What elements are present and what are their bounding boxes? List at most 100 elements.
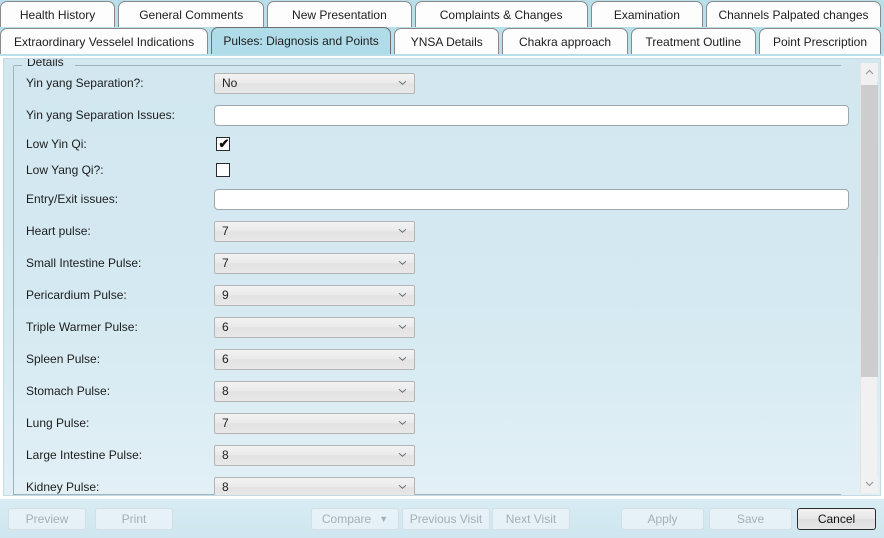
tab-examination[interactable]: Examination (590, 1, 703, 27)
select-value: 8 (222, 384, 229, 398)
tab-row-secondary: Extraordinary Vesselel Indications Pulses… (0, 27, 884, 54)
select-spleen-pulse[interactable]: 6 (214, 348, 415, 370)
tab-extraordinary-vesselel-indications[interactable]: Extraordinary Vesselel Indications (0, 28, 209, 54)
tab-pulses-diagnosis-and-points[interactable]: Pulses: Diagnosis and Points (211, 27, 392, 54)
select-lung-pulse[interactable]: 7 (214, 412, 415, 434)
tab-point-prescription[interactable]: Point Prescription (758, 28, 881, 54)
chevron-down-icon (398, 452, 407, 457)
form-row-yin-yang-separation-issues: Yin yang Separation Issues: (4, 99, 849, 131)
print-button[interactable]: Print (95, 508, 173, 530)
input-entry-exit-issues[interactable] (214, 188, 849, 210)
cancel-button[interactable]: Cancel (797, 508, 876, 530)
chevron-down-icon (398, 292, 407, 297)
tab-label: Treatment Outline (645, 34, 742, 49)
field-label: Entry/Exit issues: (26, 192, 119, 206)
field-label: Pericardium Pulse: (26, 288, 127, 302)
chevron-down-icon (398, 420, 407, 425)
tab-general-comments[interactable]: General Comments (118, 1, 265, 27)
scroll-down-icon[interactable] (861, 475, 878, 493)
tab-channels-palpated-changes[interactable]: Channels Palpated changes (706, 1, 881, 27)
select-value: 6 (222, 352, 229, 366)
select-value: 7 (222, 416, 229, 430)
chevron-down-icon (398, 80, 407, 85)
groupbox-line-left (14, 65, 22, 66)
tab-label: New Presentation (292, 7, 387, 22)
button-label: Print (121, 512, 147, 526)
select-kidney-pulse[interactable]: 8 (214, 476, 415, 495)
field-label: Spleen Pulse: (26, 352, 101, 366)
scroll-up-icon[interactable] (861, 63, 878, 81)
checkbox-low-yang-qi[interactable] (216, 163, 230, 177)
field-label: Stomach Pulse: (26, 384, 111, 398)
chevron-down-icon (398, 356, 407, 361)
next-visit-button[interactable]: Next Visit (492, 508, 570, 530)
tab-health-history[interactable]: Health History (0, 1, 116, 27)
chevron-down-icon (398, 324, 407, 329)
preview-button[interactable]: Preview (8, 508, 86, 530)
button-label: Apply (647, 512, 678, 526)
button-label: Compare (321, 512, 372, 526)
checkbox-low-yin-qi[interactable]: ✔ (216, 137, 230, 151)
field-label: Yin yang Separation Issues: (26, 108, 175, 122)
tab-label: Examination (613, 7, 680, 22)
button-label: Preview (25, 512, 69, 526)
chevron-down-icon (398, 484, 407, 489)
field-label: Triple Warmer Pulse: (26, 320, 138, 334)
tab-complaints-changes[interactable]: Complaints & Changes (414, 1, 588, 27)
tab-treatment-outline[interactable]: Treatment Outline (630, 28, 756, 54)
save-button[interactable]: Save (709, 508, 792, 530)
tab-chakra-approach[interactable]: Chakra approach (502, 28, 628, 54)
chevron-down-icon (398, 228, 407, 233)
compare-button[interactable]: Compare ▼ (311, 508, 399, 530)
select-heart-pulse[interactable]: 7 (214, 220, 415, 242)
vertical-scrollbar[interactable] (860, 63, 878, 493)
button-label: Next Visit (505, 512, 557, 526)
field-label: Small Intestine Pulse: (26, 256, 142, 270)
field-label: Large Intestine Pulse: (26, 448, 143, 462)
select-value: 8 (222, 480, 229, 494)
scrollbar-thumb[interactable] (861, 85, 878, 377)
form-row-stomach-pulse: Stomach Pulse: 8 (4, 375, 849, 407)
tab-row-primary: Health History General Comments New Presen… (0, 0, 884, 27)
apply-button[interactable]: Apply (621, 508, 704, 530)
details-form: Yin yang Separation?: No Yin yang Separati… (4, 67, 849, 495)
form-row-low-yang-qi: Low Yang Qi?: (4, 157, 849, 183)
select-small-intestine-pulse[interactable]: 7 (214, 252, 415, 274)
form-row-spleen-pulse: Spleen Pulse: 6 (4, 343, 849, 375)
field-label: Kidney Pulse: (26, 480, 100, 494)
field-label: Yin yang Separation?: (26, 76, 144, 90)
form-row-small-intestine-pulse: Small Intestine Pulse: 7 (4, 247, 849, 279)
select-large-intestine-pulse[interactable]: 8 (214, 444, 415, 466)
select-value: 7 (222, 224, 229, 238)
select-value: 9 (222, 288, 229, 302)
input-yin-yang-separation-issues[interactable] (214, 104, 849, 126)
tab-label: Complaints & Changes (439, 7, 563, 22)
chevron-down-icon (398, 388, 407, 393)
tab-label: Channels Palpated changes (718, 7, 869, 22)
tab-label: Chakra approach (519, 34, 612, 49)
action-bar: Preview Print Compare ▼ Previous Visit Next V… (0, 499, 884, 538)
tab-new-presentation[interactable]: New Presentation (267, 1, 412, 27)
form-row-triple-warmer-pulse: Triple Warmer Pulse: 6 (4, 311, 849, 343)
tab-label: Extraordinary Vesselel Indications (14, 34, 195, 49)
checkmark-icon: ✔ (218, 136, 230, 151)
select-stomach-pulse[interactable]: 8 (214, 380, 415, 402)
select-value: 7 (222, 256, 229, 270)
field-label: Lung Pulse: (26, 416, 90, 430)
select-yin-yang-separation[interactable]: No (214, 72, 415, 94)
tab-ynsa-details[interactable]: YNSA Details (394, 28, 500, 54)
content-area: Details Yin yang Separation?: No Yin yang … (0, 56, 884, 499)
select-value: No (222, 76, 238, 90)
form-row-large-intestine-pulse: Large Intestine Pulse: 8 (4, 439, 849, 471)
previous-visit-button[interactable]: Previous Visit (402, 508, 490, 530)
form-row-entry-exit-issues: Entry/Exit issues: (4, 183, 849, 215)
select-value: 6 (222, 320, 229, 334)
select-pericardium-pulse[interactable]: 9 (214, 284, 415, 306)
tab-label: General Comments (139, 7, 244, 22)
form-row-lung-pulse: Lung Pulse: 7 (4, 407, 849, 439)
form-row-yin-yang-separation: Yin yang Separation?: No (4, 67, 849, 99)
tab-label: Health History (19, 7, 96, 22)
button-label: Cancel (817, 512, 856, 526)
button-label: Save (736, 512, 765, 526)
select-triple-warmer-pulse[interactable]: 6 (214, 316, 415, 338)
